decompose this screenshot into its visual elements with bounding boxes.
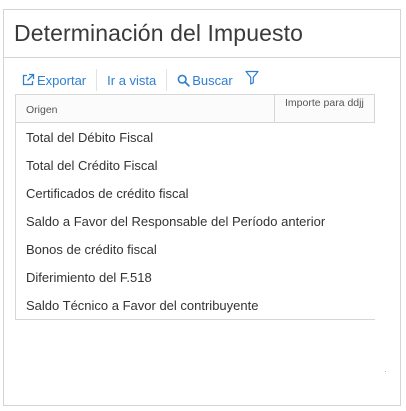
cell-origen: Total del Débito Fiscal [26, 129, 154, 145]
export-button[interactable]: Exportar [21, 69, 86, 91]
cell-origen: Saldo Técnico a Favor del contribuyente [26, 297, 259, 313]
toolbar: Exportar Ir a vista Buscar [21, 68, 259, 92]
column-header-importe[interactable]: Importe para ddjj [285, 98, 365, 109]
filter-button[interactable] [245, 70, 259, 90]
toolbar-separator [96, 69, 98, 91]
filter-icon [245, 70, 259, 90]
data-grid: Origen Importe para ddjj Total del Débit… [15, 94, 375, 321]
stray-dot [385, 371, 386, 372]
search-button[interactable]: Buscar [177, 69, 233, 91]
determinacion-panel: Determinación del Impuesto Exportar Ir a… [3, 9, 401, 406]
grid-body: Total del Débito Fiscal Total del Crédit… [15, 123, 375, 320]
table-row[interactable]: Certificados de crédito fiscal [16, 179, 375, 207]
column-divider[interactable] [274, 95, 275, 122]
table-row[interactable]: Diferimiento del F.518 [16, 263, 375, 291]
goto-view-label: Ir a vista [107, 72, 157, 88]
column-header-origen[interactable]: Origen [26, 104, 58, 116]
table-row[interactable]: Total del Crédito Fiscal [16, 151, 375, 179]
cell-origen: Certificados de crédito fiscal [26, 185, 189, 201]
table-row[interactable]: Saldo Técnico a Favor del contribuyente [16, 291, 375, 319]
grid-header: Origen Importe para ddjj [15, 94, 375, 123]
toolbar-separator [166, 69, 168, 91]
search-icon [177, 74, 190, 87]
panel-title: Determinación del Impuesto [14, 20, 303, 46]
goto-view-button[interactable]: Ir a vista [107, 69, 156, 91]
title-divider [4, 57, 400, 58]
search-label: Buscar [192, 72, 233, 88]
table-row[interactable]: Saldo a Favor del Responsable del Períod… [16, 207, 375, 235]
cell-origen: Diferimiento del F.518 [26, 269, 152, 285]
cell-origen: Total del Crédito Fiscal [26, 157, 158, 173]
cell-origen: Saldo a Favor del Responsable del Períod… [26, 213, 326, 229]
external-link-icon [21, 73, 35, 87]
export-label: Exportar [37, 72, 87, 88]
cell-origen: Bonos de crédito fiscal [26, 241, 157, 257]
table-row[interactable]: Bonos de crédito fiscal [16, 235, 375, 263]
table-row[interactable]: Total del Débito Fiscal [16, 123, 375, 151]
